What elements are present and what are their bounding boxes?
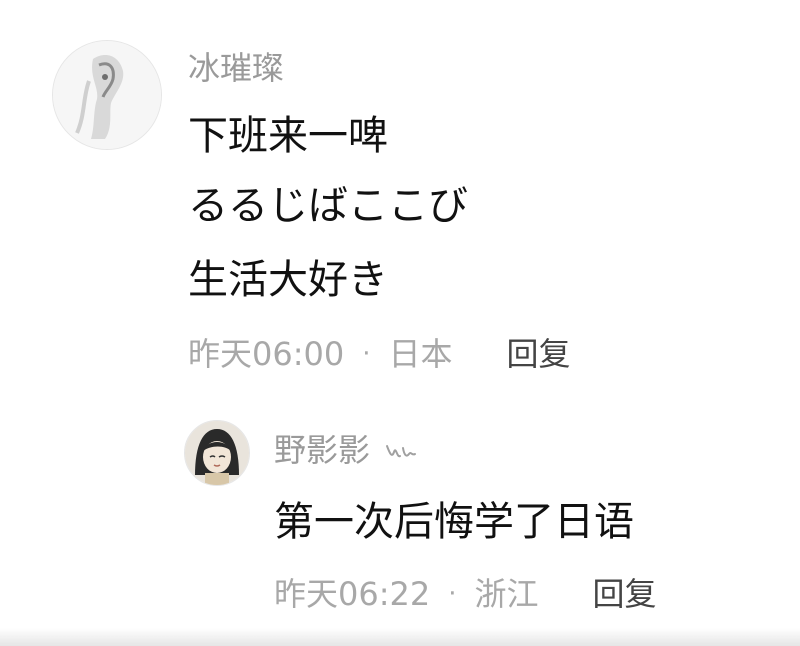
location: 浙江	[474, 575, 539, 613]
location: 日本	[388, 335, 453, 373]
comment-meta: 昨天06:00 · 日本 回复	[188, 334, 571, 374]
bottom-edge-shadow	[0, 628, 800, 646]
reply-button[interactable]: 回复	[593, 574, 657, 614]
avatar[interactable]	[52, 40, 162, 150]
avatar-image	[53, 41, 161, 149]
comment-text-line: 第一次后悔学了日语	[274, 499, 634, 545]
comment-meta: 昨天06:22 · 浙江 回复	[274, 574, 657, 614]
comment-text-line: 生活大好き	[188, 257, 388, 303]
separator-dot: ·	[362, 339, 371, 369]
timestamp: 昨天06:22	[274, 575, 431, 613]
username[interactable]: 冰璀璨	[188, 48, 284, 88]
avatar[interactable]	[184, 420, 250, 486]
comment-thread: 冰璀璨 下班来一啤 るるじばここび 生活大好き 昨天06:00 · 日本 回复	[0, 0, 800, 646]
signature-badge-icon	[386, 445, 417, 458]
username[interactable]: 野影影	[274, 430, 418, 470]
reply-button[interactable]: 回复	[507, 334, 571, 374]
timestamp: 昨天06:00	[188, 335, 345, 373]
separator-dot: ·	[448, 579, 457, 609]
comment-text-line: 下班来一啤	[188, 113, 388, 159]
username-text: 野影影	[274, 431, 371, 469]
comment-text-line: るるじばここび	[188, 183, 468, 229]
avatar-image	[185, 421, 249, 485]
